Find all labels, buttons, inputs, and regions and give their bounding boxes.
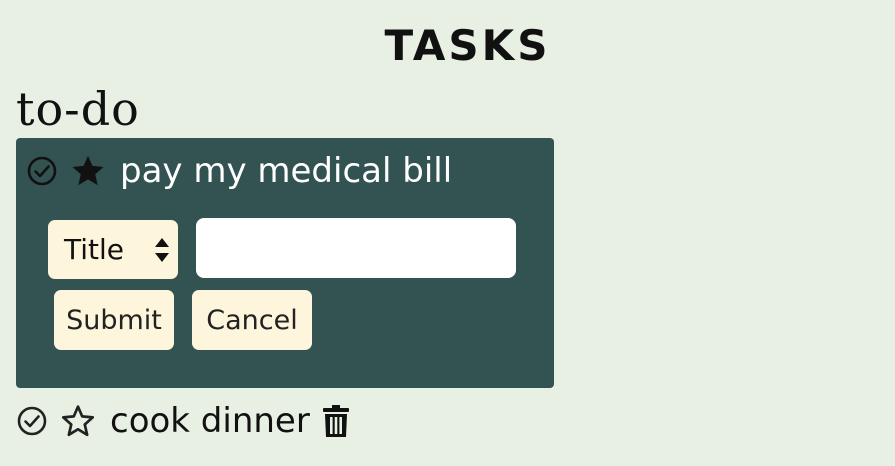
star-filled-icon[interactable] [70,153,106,189]
task-item: cook dinner [16,398,350,444]
page-title: TASKS [384,21,551,70]
field-select-value: Title [64,233,125,266]
trash-icon[interactable] [322,404,350,438]
task-item-editing: pay my medical bill [26,148,452,194]
task-label[interactable]: cook dinner [110,401,310,441]
section-title-todo: to-do [16,82,140,136]
submit-button[interactable]: Submit [54,290,174,350]
task-label[interactable]: pay my medical bill [120,151,452,191]
star-outline-icon[interactable] [60,403,96,439]
select-arrows-icon [154,234,170,273]
field-select[interactable]: Title [48,220,178,279]
check-circle-icon[interactable] [26,155,58,187]
task-text-input[interactable] [196,218,516,278]
cancel-button[interactable]: Cancel [192,290,312,350]
check-circle-icon[interactable] [16,405,48,437]
